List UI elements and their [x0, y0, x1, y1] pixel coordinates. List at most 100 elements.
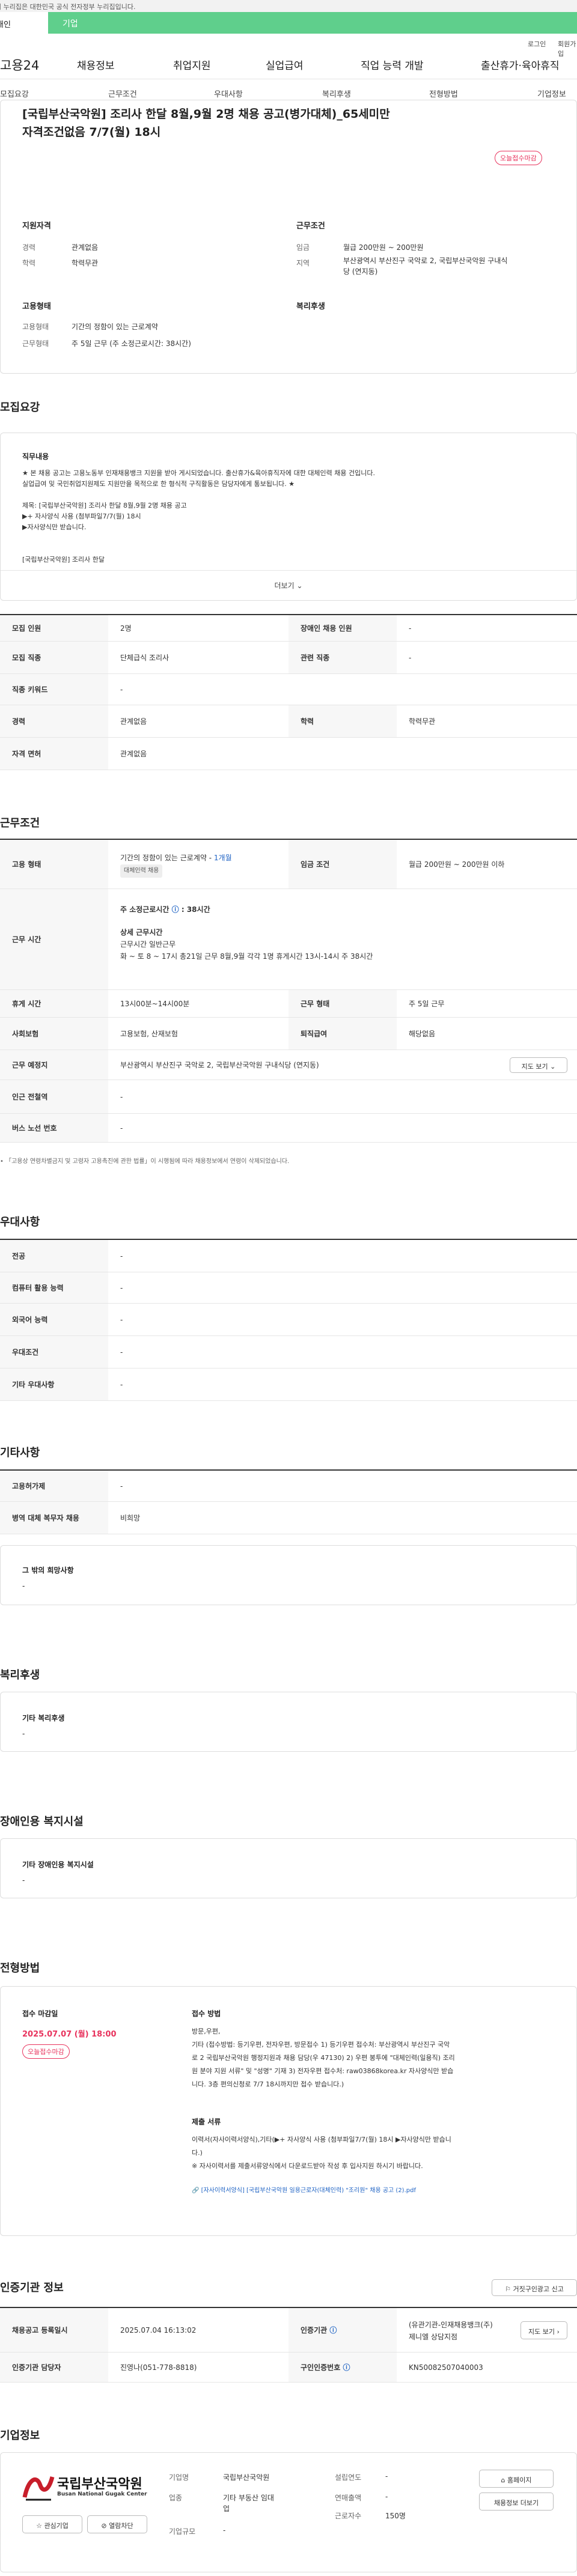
pref-value: - — [120, 1315, 123, 1324]
c-emp-label: 근로자수 — [335, 2512, 362, 2520]
table-row: 전공 - — [0, 1240, 577, 1272]
etc-alt-value: 비희망 — [120, 1514, 141, 1522]
emp-title: 고용형태 — [22, 302, 51, 311]
method-line3: 로 2 국립부산국악원 행정지원과 채용 담당(우 47130) 2) 우편 봉… — [192, 2054, 455, 2062]
tab-personal[interactable]: 개인 — [0, 12, 48, 34]
info-icon[interactable]: ⓘ — [172, 905, 179, 914]
welfare-box: 기타 복리후생 - — [0, 1692, 577, 1752]
w-rest-value: 13시00분~14시00분 — [120, 1000, 190, 1008]
count-label: 모집 인원 — [0, 615, 108, 641]
job-desc-line1: ★ 본 채용 공고는 고용노동부 인재채용뱅크 지원을 받아 게시되었습니다. … — [22, 469, 376, 477]
company-logo: 국립부산국악원 Busan National Gugak Center — [22, 2471, 154, 2507]
more-jobs-button[interactable]: 채용정보 더보기 — [479, 2492, 554, 2511]
job-title-line2: 자격조건없음 7/7(월) 18시 — [22, 126, 161, 139]
company-section-title: 기업정보 — [0, 2429, 40, 2442]
info-icon[interactable]: ⓘ — [343, 2362, 350, 2372]
worktype-label: 근무형태 — [22, 339, 49, 348]
table-row: 고용 형태 기간의 정함이 있는 근로계약 - 1개월 대체인력 채용 임금 조… — [0, 840, 577, 889]
disability-box-value: - — [22, 1876, 25, 1885]
replacement-badge: 대체인력 채용 — [120, 864, 163, 878]
nav-jobs[interactable]: 채용정보 — [77, 57, 115, 72]
star-icon: ☆ — [36, 2522, 42, 2530]
block-icon: ⊘ — [101, 2522, 107, 2530]
c-sales-value: - — [385, 2492, 388, 2501]
table-row: 고용허가제 - — [0, 1471, 577, 1502]
table-row: 인근 전철역 - — [0, 1080, 577, 1114]
method-text: 방문,우편, 기타 (접수방법: 등기우편, 전자우편, 방문접수 1) 등기우… — [192, 2025, 564, 2091]
tbl-career-value: 관계없음 — [120, 717, 147, 726]
map-button[interactable]: 지도 보기 ⌄ — [510, 1057, 567, 1073]
rel-label: 관련 직종 — [288, 642, 397, 673]
selection-box: 접수 마감일 2025.07.07 (월) 18:00 오늘접수마감 접수 방법… — [0, 1986, 577, 2236]
c-sales-label: 연매출액 — [335, 2494, 362, 2502]
attachment-link-text: [자사이력서양식] [국립부산국악원 일용근로자(대체인력) "조리원" 채용 … — [201, 2187, 416, 2194]
job-value: 단체급식 조리사 — [120, 654, 169, 662]
anchor-welfare[interactable]: 복리후생 — [322, 88, 351, 99]
w-time-hours: : 38시간 — [181, 905, 210, 914]
mgr-value: 진영나(051-778-8818) — [120, 2363, 197, 2372]
w-ret-label: 퇴직급여 — [288, 1018, 397, 1050]
disability-section-title: 장애인용 복지시설 — [0, 1815, 84, 1828]
w-place-label: 근무 예정지 — [0, 1050, 108, 1080]
deadline-value: 2025.07.07 (월) 18:00 — [22, 2030, 117, 2039]
w-ins-value: 고용보험, 산재보험 — [120, 1030, 178, 1038]
deadline-title: 접수 마감일 — [22, 2009, 58, 2018]
table-row: 사회보험 고용보험, 산재보험 퇴직급여 해당없음 — [0, 1018, 577, 1050]
c-biz-value: 기타 부동산 임대 업 — [223, 2492, 274, 2514]
tab-company[interactable]: 기업 — [48, 12, 577, 34]
chevron-right-icon: › — [557, 2328, 560, 2336]
disability-box-title: 기타 장애인용 복지시설 — [22, 1861, 94, 1869]
reg-value: 2025.07.04 16:13:02 — [120, 2325, 197, 2334]
anchor-company[interactable]: 기업정보 — [537, 88, 566, 99]
site-logo[interactable]: 고용24 — [0, 56, 39, 74]
attachment-link[interactable]: 🔗 [자사이력서양식] [국립부산국악원 일용근로자(대체인력) "조리원" 채… — [192, 2185, 564, 2194]
anchor-pref[interactable]: 우대사항 — [214, 88, 243, 99]
emptype-label: 고용형태 — [22, 323, 49, 331]
info-icon[interactable]: ⓘ — [329, 2325, 337, 2335]
company-box: 국립부산국악원 Busan National Gugak Center ☆ 관심… — [0, 2452, 577, 2572]
more-button[interactable]: 더보기 ⌄ — [1, 570, 576, 600]
map-button-label: 지도 보기 — [521, 1063, 548, 1071]
nav-employment-support[interactable]: 취업지원 — [173, 57, 211, 72]
w-wage-label: 임금 조건 — [288, 840, 397, 889]
c-size-value: - — [223, 2526, 226, 2535]
gov-notice-bar: 이 누리집은 대한민국 공식 전자정부 누리집입니다. — [0, 0, 577, 12]
anchor-recruit[interactable]: 모집요강 — [0, 88, 29, 99]
nav-unemployment-benefit[interactable]: 실업급여 — [266, 57, 304, 72]
docs-line2: 다.) — [192, 2149, 203, 2157]
wage-value: 월급 200만원 ~ 200만원 — [343, 243, 424, 252]
license-value: 관계없음 — [120, 750, 147, 758]
reg-label: 채용공고 등록일시 — [0, 2308, 108, 2352]
w-rest-label: 휴게 시간 — [0, 990, 108, 1017]
welfare-title: 복리후생 — [296, 302, 325, 311]
block-company-button[interactable]: ⊘ 열람차단 — [87, 2515, 147, 2533]
tbl-career-label: 경력 — [0, 705, 108, 737]
report-fake-ad-button[interactable]: ⚐ 거짓구인광고 신고 — [492, 2279, 577, 2296]
tab-personal-label: 개인 — [0, 20, 11, 29]
cert-map-button[interactable]: 지도 보기 › — [521, 2321, 567, 2339]
w-time-head: 주 소정근로시간 — [120, 905, 169, 914]
nav-vocational-training[interactable]: 직업 능력 개발 — [361, 57, 424, 72]
org-value: (유관기관-인재채용뱅크(주) 제니엘 상담지점 — [409, 2308, 493, 2352]
w-wage-value: 월급 200만원 ~ 200만원 이하 — [409, 860, 505, 869]
block-label: 열람차단 — [109, 2522, 133, 2530]
c-size-label: 기업규모 — [169, 2527, 196, 2536]
table-row: 근무 시간 주 소정근로시간 ⓘ : 38시간 상세 근무시간 근무시간 일반근… — [0, 889, 577, 990]
table-row: 우대조건 - — [0, 1336, 577, 1368]
job-desc-title: 직무내용 — [22, 452, 49, 461]
favorite-company-button[interactable]: ☆ 관심기업 — [22, 2515, 82, 2533]
anchor-selection[interactable]: 전형방법 — [429, 88, 458, 99]
pref-value: - — [120, 1251, 123, 1260]
homepage-button[interactable]: ⌂ 홈페이지 — [479, 2470, 554, 2488]
worktype-value: 주 5일 근무 (주 소정근로시간: 38시간) — [72, 339, 191, 348]
page: { "govbar": {"text": "이 누리집은 대한민국 공식 전자정… — [0, 0, 577, 2576]
docs-text: 이력서(자사이력서양식),기타(▶+ 자사양식 사용 (첨부파일7/7(월) 1… — [192, 2133, 564, 2173]
pref-label: 우대조건 — [0, 1336, 108, 1368]
anchor-work[interactable]: 근무조건 — [108, 88, 137, 99]
nav-maternity-leave[interactable]: 출산휴가·육아휴직 — [481, 57, 560, 72]
other-wish-title: 그 밖의 희망사항 — [22, 1566, 74, 1575]
login-link[interactable]: 로그인 — [528, 39, 546, 49]
table-row: 병역 대체 복무자 채용 비희망 — [0, 1502, 577, 1534]
c-est-label: 설립연도 — [335, 2473, 362, 2482]
w-bus-value: - — [120, 1123, 123, 1132]
